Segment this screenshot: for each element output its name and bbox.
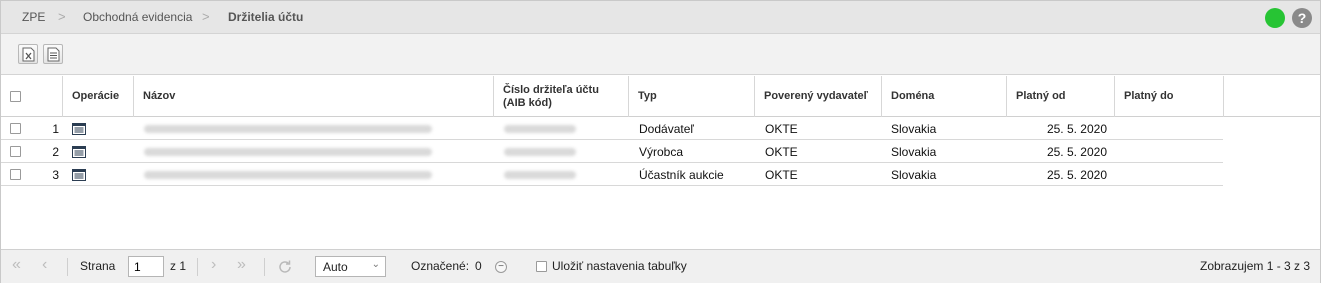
aib-code-redacted xyxy=(504,164,576,186)
excel-export-icon xyxy=(22,47,35,62)
pagination-bar: « ‹ Strana z 1 › » Auto ⌄ Označené: 0 − … xyxy=(1,249,1320,283)
column-header-nazov[interactable]: Názov xyxy=(134,76,494,117)
select-all-header xyxy=(1,76,63,117)
row-checkbox[interactable] xyxy=(10,146,21,157)
column-header-typ[interactable]: Typ xyxy=(629,76,755,117)
nazov-redacted xyxy=(144,164,432,186)
toolbar xyxy=(1,34,1320,75)
page-number-input[interactable] xyxy=(128,256,164,277)
document-export-icon xyxy=(47,47,60,62)
table-header: Operácie Názov Číslo držiteľa účtu (AIB … xyxy=(1,76,1320,117)
column-header-domena[interactable]: Doména xyxy=(882,76,1007,117)
marked-count: 0 xyxy=(475,259,482,273)
divider xyxy=(264,258,265,276)
table-row[interactable]: 1 Dodávateľ OKTE Slovakia 25. 5. 2020 xyxy=(1,118,1223,140)
status-indicator xyxy=(1265,8,1285,28)
list-icon[interactable] xyxy=(72,146,86,158)
export-document-button[interactable] xyxy=(43,44,63,64)
breadcrumb-bar: ZPE > Obchodná evidencia > Držitelia účt… xyxy=(1,1,1320,34)
refresh-icon[interactable] xyxy=(277,259,293,275)
typ-cell: Dodávateľ xyxy=(639,122,694,136)
column-header-platny-do[interactable]: Platný do xyxy=(1115,76,1224,117)
domena-cell: Slovakia xyxy=(891,168,937,182)
page-size-select[interactable]: Auto ⌄ xyxy=(315,256,386,277)
next-page-icon[interactable]: › xyxy=(211,257,216,273)
display-info: Zobrazujem 1 - 3 z 3 xyxy=(1200,259,1311,273)
typ-cell: Výrobca xyxy=(639,145,684,159)
column-header-operacie[interactable]: Operácie xyxy=(63,76,134,117)
select-all-checkbox[interactable] xyxy=(10,91,21,102)
column-header-cislo-drzitela[interactable]: Číslo držiteľa účtu (AIB kód) xyxy=(494,76,629,117)
aib-code-redacted xyxy=(504,118,576,140)
save-settings-label[interactable]: Uložiť nastavenia tabuľky xyxy=(552,259,687,273)
help-icon[interactable]: ? xyxy=(1292,8,1312,28)
marked-label: Označené: xyxy=(411,259,470,273)
page-total-label: z 1 xyxy=(170,259,187,273)
first-page-icon[interactable]: « xyxy=(12,257,21,273)
list-icon[interactable] xyxy=(72,123,86,135)
platny-od-cell: 25. 5. 2020 xyxy=(1046,122,1107,136)
page-size-value: Auto xyxy=(323,260,348,274)
column-header-povereny-vydavatel[interactable]: Poverený vydavateľ xyxy=(755,76,882,117)
vydavatel-cell: OKTE xyxy=(765,122,798,136)
divider xyxy=(197,258,198,276)
vydavatel-cell: OKTE xyxy=(765,145,798,159)
window: ZPE > Obchodná evidencia > Držitelia účt… xyxy=(0,0,1321,283)
previous-page-icon[interactable]: ‹ xyxy=(42,257,47,273)
row-checkbox[interactable] xyxy=(10,123,21,134)
vydavatel-cell: OKTE xyxy=(765,168,798,182)
page-title: Držitelia účtu xyxy=(228,10,304,24)
breadcrumb-separator: > xyxy=(58,9,66,24)
breadcrumb-item-zpe[interactable]: ZPE xyxy=(22,10,45,24)
breadcrumb-item-obchodna-evidencia[interactable]: Obchodná evidencia xyxy=(83,10,192,24)
row-number: 3 xyxy=(52,168,59,182)
nazov-redacted xyxy=(144,118,432,140)
typ-cell: Účastník aukcie xyxy=(639,168,724,182)
table-row[interactable]: 3 Účastník aukcie OKTE Slovakia 25. 5. 2… xyxy=(1,164,1223,186)
platny-od-cell: 25. 5. 2020 xyxy=(1046,168,1107,182)
export-excel-button[interactable] xyxy=(18,44,38,64)
divider xyxy=(67,258,68,276)
aib-code-redacted xyxy=(504,141,576,163)
clear-selection-icon[interactable]: − xyxy=(495,261,507,273)
row-checkbox[interactable] xyxy=(10,169,21,180)
domena-cell: Slovakia xyxy=(891,145,937,159)
platny-od-cell: 25. 5. 2020 xyxy=(1046,145,1107,159)
breadcrumb-separator: > xyxy=(202,9,210,24)
nazov-redacted xyxy=(144,141,432,163)
table-row[interactable]: 2 Výrobca OKTE Slovakia 25. 5. 2020 xyxy=(1,141,1223,163)
column-header-platny-od[interactable]: Platný od xyxy=(1007,76,1115,117)
page-label: Strana xyxy=(80,259,116,273)
last-page-icon[interactable]: » xyxy=(237,257,246,273)
row-number: 2 xyxy=(52,145,59,159)
save-settings-checkbox[interactable] xyxy=(536,261,547,272)
list-icon[interactable] xyxy=(72,169,86,181)
row-number: 1 xyxy=(52,122,59,136)
chevron-down-icon: ⌄ xyxy=(371,259,380,270)
domena-cell: Slovakia xyxy=(891,122,937,136)
